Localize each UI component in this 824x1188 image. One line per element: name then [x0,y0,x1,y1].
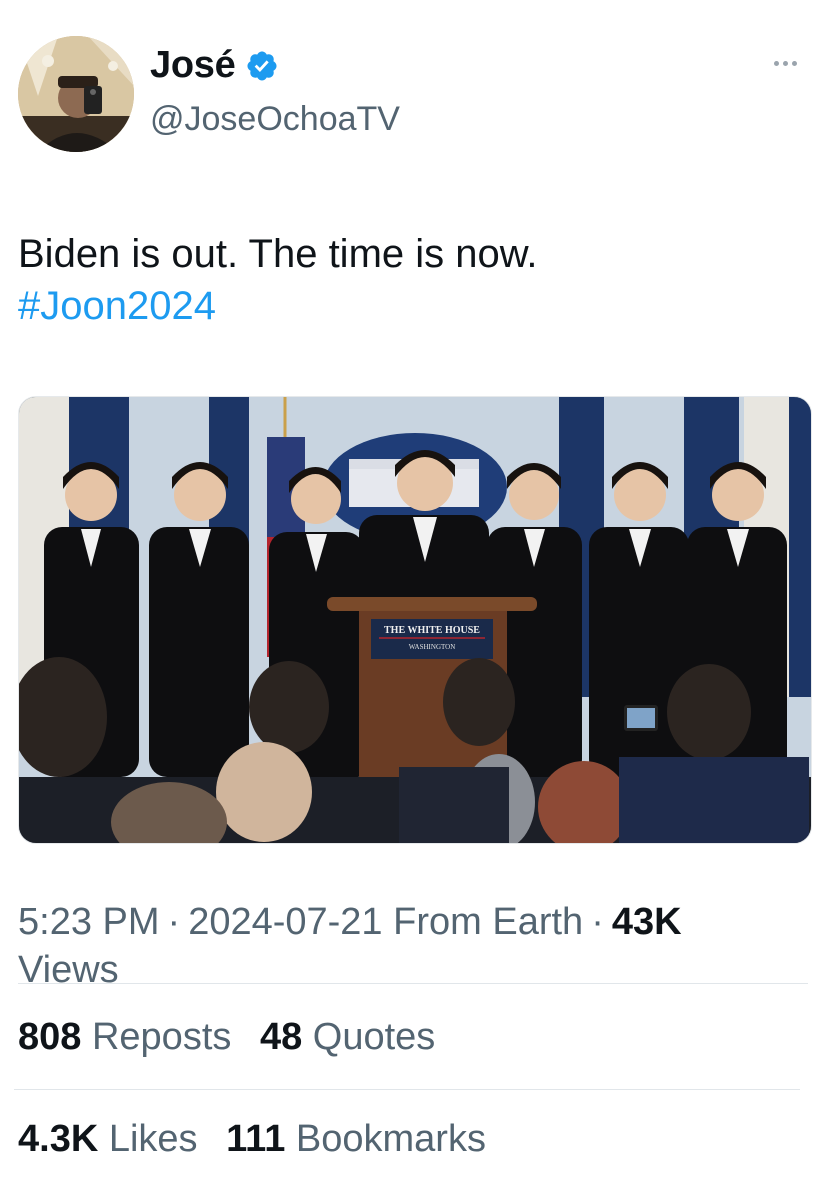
avatar[interactable] [18,36,134,152]
tweet-time[interactable]: 5:23 PM [18,901,160,943]
more-options-icon[interactable] [774,58,804,68]
tweet-meta: 5:23 PM · 2024-07-21 From Earth · 43K Views [18,898,808,994]
avatar-photo [18,36,134,152]
tweet-source: From Earth [393,901,584,943]
bookmarks-link[interactable]: 111 Bookmarks [226,1118,486,1160]
views-label: Views [18,949,119,991]
quotes-count: 48 [259,1016,303,1058]
reposts-link[interactable]: 808 Reposts [18,1016,231,1058]
verified-badge-icon [247,50,277,81]
engagement-row-2: 4.3K Likes 111 Bookmarks [18,1118,504,1161]
podium-sign: THE WHITE HOUSE [384,625,480,636]
likes-link[interactable]: 4.3K Likes [18,1118,198,1160]
tweet-text: Biden is out. The time is now. #Joon2024 [18,228,538,332]
author-handle[interactable]: @JoseOchoaTV [150,100,400,139]
tweet-date[interactable]: 2024-07-21 [188,901,382,943]
quotes-label: Quotes [312,1016,436,1058]
likes-label: Likes [108,1118,198,1160]
hashtag-link[interactable]: #Joon2024 [18,280,538,332]
quotes-link[interactable]: 48 Quotes [260,1016,435,1058]
author-name[interactable]: José [150,44,236,87]
reposts-label: Reposts [91,1016,232,1058]
reposts-count: 808 [18,1016,82,1058]
tweet-media-photo[interactable]: THE WHITE HOUSE WASHINGTON [18,396,812,844]
podium-sub: WASHINGTON [409,643,456,651]
author-name-row[interactable]: José [150,44,279,87]
tweet-body: Biden is out. The time is now. [18,232,538,276]
likes-count: 4.3K [18,1118,99,1160]
bookmarks-count: 111 [226,1118,286,1160]
divider [14,1089,800,1090]
divider [18,983,808,984]
views-count: 43K [611,901,682,943]
press-briefing-photo: THE WHITE HOUSE WASHINGTON [19,397,811,843]
engagement-row-1: 808 Reposts 48 Quotes [18,1016,453,1059]
bookmarks-label: Bookmarks [295,1118,486,1160]
